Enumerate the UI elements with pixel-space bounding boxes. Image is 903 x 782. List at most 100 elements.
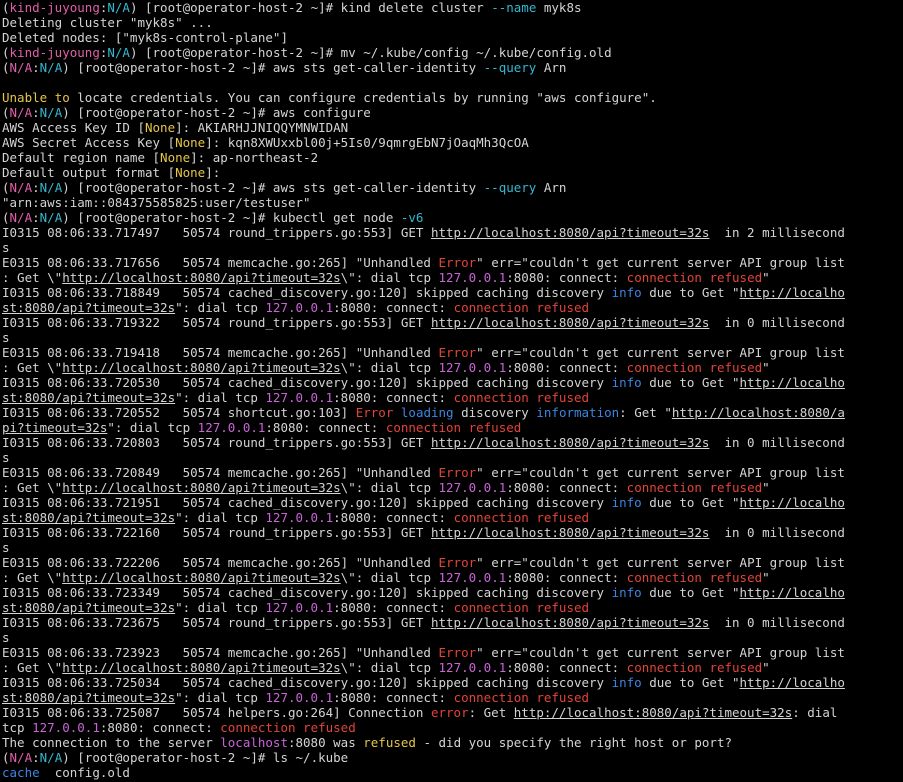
terminal-text-segment: connection refused: [453, 510, 590, 525]
terminal-text-segment: N/A: [9, 180, 33, 195]
terminal-text-segment: -v6: [400, 210, 424, 225]
terminal-url: http://localho: [739, 675, 845, 690]
terminal-text-segment: 127.0.0.1: [438, 360, 507, 375]
terminal-line: AWS Access Key ID [None]: AKIARHJJNIQQYM…: [2, 120, 903, 135]
terminal-window[interactable]: (kind-juyoung:N/A) [root@operator-host-2…: [0, 0, 903, 782]
terminal-line: I0315 08:06:33.725087 50574 helpers.go:2…: [2, 705, 903, 720]
terminal-url: http://localho: [739, 495, 845, 510]
terminal-line: E0315 08:06:33.717656 50574 memcache.go:…: [2, 255, 903, 270]
terminal-text-segment: ) [root@operator-host-2 ~]# ls ~/.kube: [62, 750, 349, 765]
terminal-text-segment: I0315 08:06:33.725087 50574 helpers.go:2…: [2, 705, 431, 720]
terminal-text-segment: :8080 was: [287, 735, 364, 750]
terminal-text-segment: :8080: connect:: [506, 480, 627, 495]
terminal-text-segment: 127.0.0.1: [265, 690, 334, 705]
terminal-text-segment: N/A: [107, 45, 130, 60]
terminal-text-segment: ": [762, 570, 770, 585]
terminal-text-segment: AWS Secret Access Key [: [2, 135, 176, 150]
terminal-text-segment: :: [32, 750, 40, 765]
terminal-text-segment: Default region name [: [2, 150, 161, 165]
terminal-line: : Get \"http://localhost:8080/api?timeou…: [2, 270, 903, 285]
terminal-text-segment: \": dial tcp: [340, 360, 439, 375]
terminal-text-segment: s: [2, 450, 10, 465]
terminal-text-segment: I0315 08:06:33.722160 50574 round_trippe…: [2, 525, 431, 540]
terminal-line: E0315 08:06:33.719418 50574 memcache.go:…: [2, 345, 903, 360]
terminal-text-segment: E0315 08:06:33.717656 50574 memcache.go:…: [2, 255, 439, 270]
terminal-text-segment: cache: [2, 765, 40, 780]
terminal-text-segment: loading: [400, 405, 454, 420]
terminal-text-segment: ) [root@operator-host-2 ~]# kind delete …: [129, 0, 492, 15]
terminal-text-segment: N/A: [39, 105, 63, 120]
terminal-text-segment: I0315 08:06:33.717497 50574 round_trippe…: [2, 225, 431, 240]
terminal-line: (N/A:N/A) [root@operator-host-2 ~]# aws …: [2, 60, 903, 75]
terminal-text-segment: information: [536, 405, 620, 420]
terminal-text-segment: Error: [438, 255, 477, 270]
terminal-text-segment: ": [762, 270, 770, 285]
terminal-text-segment: connection refused: [220, 720, 356, 735]
terminal-text-segment: connection refused: [453, 600, 590, 615]
terminal-line: st:8080/api?timeout=32s": dial tcp 127.0…: [2, 510, 903, 525]
terminal-text-segment: refused: [363, 735, 416, 750]
terminal-text-segment: (: [2, 180, 10, 195]
terminal-url: http://localhost:8080/api?timeout=32s: [430, 225, 710, 240]
terminal-text-segment: :8080: connect:: [333, 690, 454, 705]
terminal-text-segment: :8080: connect:: [506, 570, 627, 585]
terminal-line: I0315 08:06:33.720530 50574 cached_disco…: [2, 375, 903, 390]
terminal-line: (N/A:N/A) [root@operator-host-2 ~]# kube…: [2, 210, 903, 225]
terminal-url: http://localho: [739, 285, 845, 300]
terminal-text-segment: "arn:aws:iam::084375585825:user/testuser…: [2, 195, 311, 210]
terminal-text-segment: connection refused: [626, 270, 763, 285]
terminal-url: http://localhost:8080/api?timeout=32s: [430, 315, 710, 330]
terminal-line: Default output format [None]:: [2, 165, 903, 180]
terminal-text-segment: :8080: connect:: [265, 420, 386, 435]
terminal-line: : Get \"http://localhost:8080/api?timeou…: [2, 480, 903, 495]
terminal-text-segment: connection refused: [385, 420, 522, 435]
terminal-url: http://localhost:8080/api?timeout=32s: [62, 360, 341, 375]
terminal-text-segment: Error: [438, 345, 477, 360]
terminal-url: pi?timeout=32s: [2, 420, 108, 435]
terminal-text-segment: due to Get ": [641, 675, 740, 690]
terminal-text-segment: 127.0.0.1: [438, 480, 507, 495]
terminal-text-segment: : dial: [792, 705, 838, 720]
terminal-line: I0315 08:06:33.718849 50574 cached_disco…: [2, 285, 903, 300]
terminal-text-segment: N/A: [9, 105, 33, 120]
terminal-url: http://localhost:8080/a: [671, 405, 845, 420]
terminal-line: cache config.old: [2, 765, 903, 780]
terminal-text-segment: None: [160, 150, 191, 165]
terminal-text-segment: Error: [438, 555, 477, 570]
terminal-text-segment: in 0 millisecond: [709, 315, 845, 330]
terminal-text-segment: info: [611, 495, 642, 510]
terminal-text-segment: :: [32, 105, 40, 120]
terminal-line: (N/A:N/A) [root@operator-host-2 ~]# ls ~…: [2, 750, 903, 765]
terminal-text-segment: s: [2, 330, 10, 345]
terminal-line: E0315 08:06:33.723923 50574 memcache.go:…: [2, 645, 903, 660]
terminal-url: st:8080/api?timeout=32s: [2, 510, 176, 525]
terminal-text-segment: E0315 08:06:33.720849 50574 memcache.go:…: [2, 465, 439, 480]
terminal-text-segment: connection refused: [626, 480, 763, 495]
terminal-text-segment: ": [762, 480, 770, 495]
terminal-text-segment: None: [175, 135, 206, 150]
terminal-line: pi?timeout=32s": dial tcp 127.0.0.1:8080…: [2, 420, 903, 435]
terminal-text-segment: N/A: [39, 750, 63, 765]
terminal-text-segment: ": dial tcp: [175, 510, 266, 525]
terminal-text-segment: Unable: [2, 90, 48, 105]
terminal-line: I0315 08:06:33.720552 50574 shortcut.go:…: [2, 405, 903, 420]
terminal-text-segment: 127.0.0.1: [265, 510, 334, 525]
terminal-text-segment: " err="couldn't get current server API g…: [476, 555, 845, 570]
terminal-text-segment: 127.0.0.1: [197, 420, 266, 435]
terminal-text-segment: ]: AKIARHJJNIQQYMNWIDAN: [175, 120, 349, 135]
terminal-line: I0315 08:06:33.723675 50574 round_trippe…: [2, 615, 903, 630]
terminal-text-segment: :8080: connect:: [99, 720, 221, 735]
terminal-text-segment: :8080: connect:: [333, 300, 454, 315]
terminal-line: st:8080/api?timeout=32s": dial tcp 127.0…: [2, 390, 903, 405]
terminal-line: st:8080/api?timeout=32s": dial tcp 127.0…: [2, 300, 903, 315]
terminal-text-segment: 127.0.0.1: [265, 300, 334, 315]
terminal-line: Deleting cluster "myk8s" ...: [2, 15, 903, 30]
terminal-text-segment: N/A: [39, 180, 63, 195]
terminal-line: Default region name [None]: ap-northeast…: [2, 150, 903, 165]
terminal-text-segment: :: [32, 60, 40, 75]
terminal-url: http://localhost:8080/api?timeout=32s: [62, 480, 341, 495]
terminal-url: http://localhost:8080/api?timeout=32s: [62, 570, 341, 585]
terminal-text-segment: \": dial tcp: [340, 660, 439, 675]
